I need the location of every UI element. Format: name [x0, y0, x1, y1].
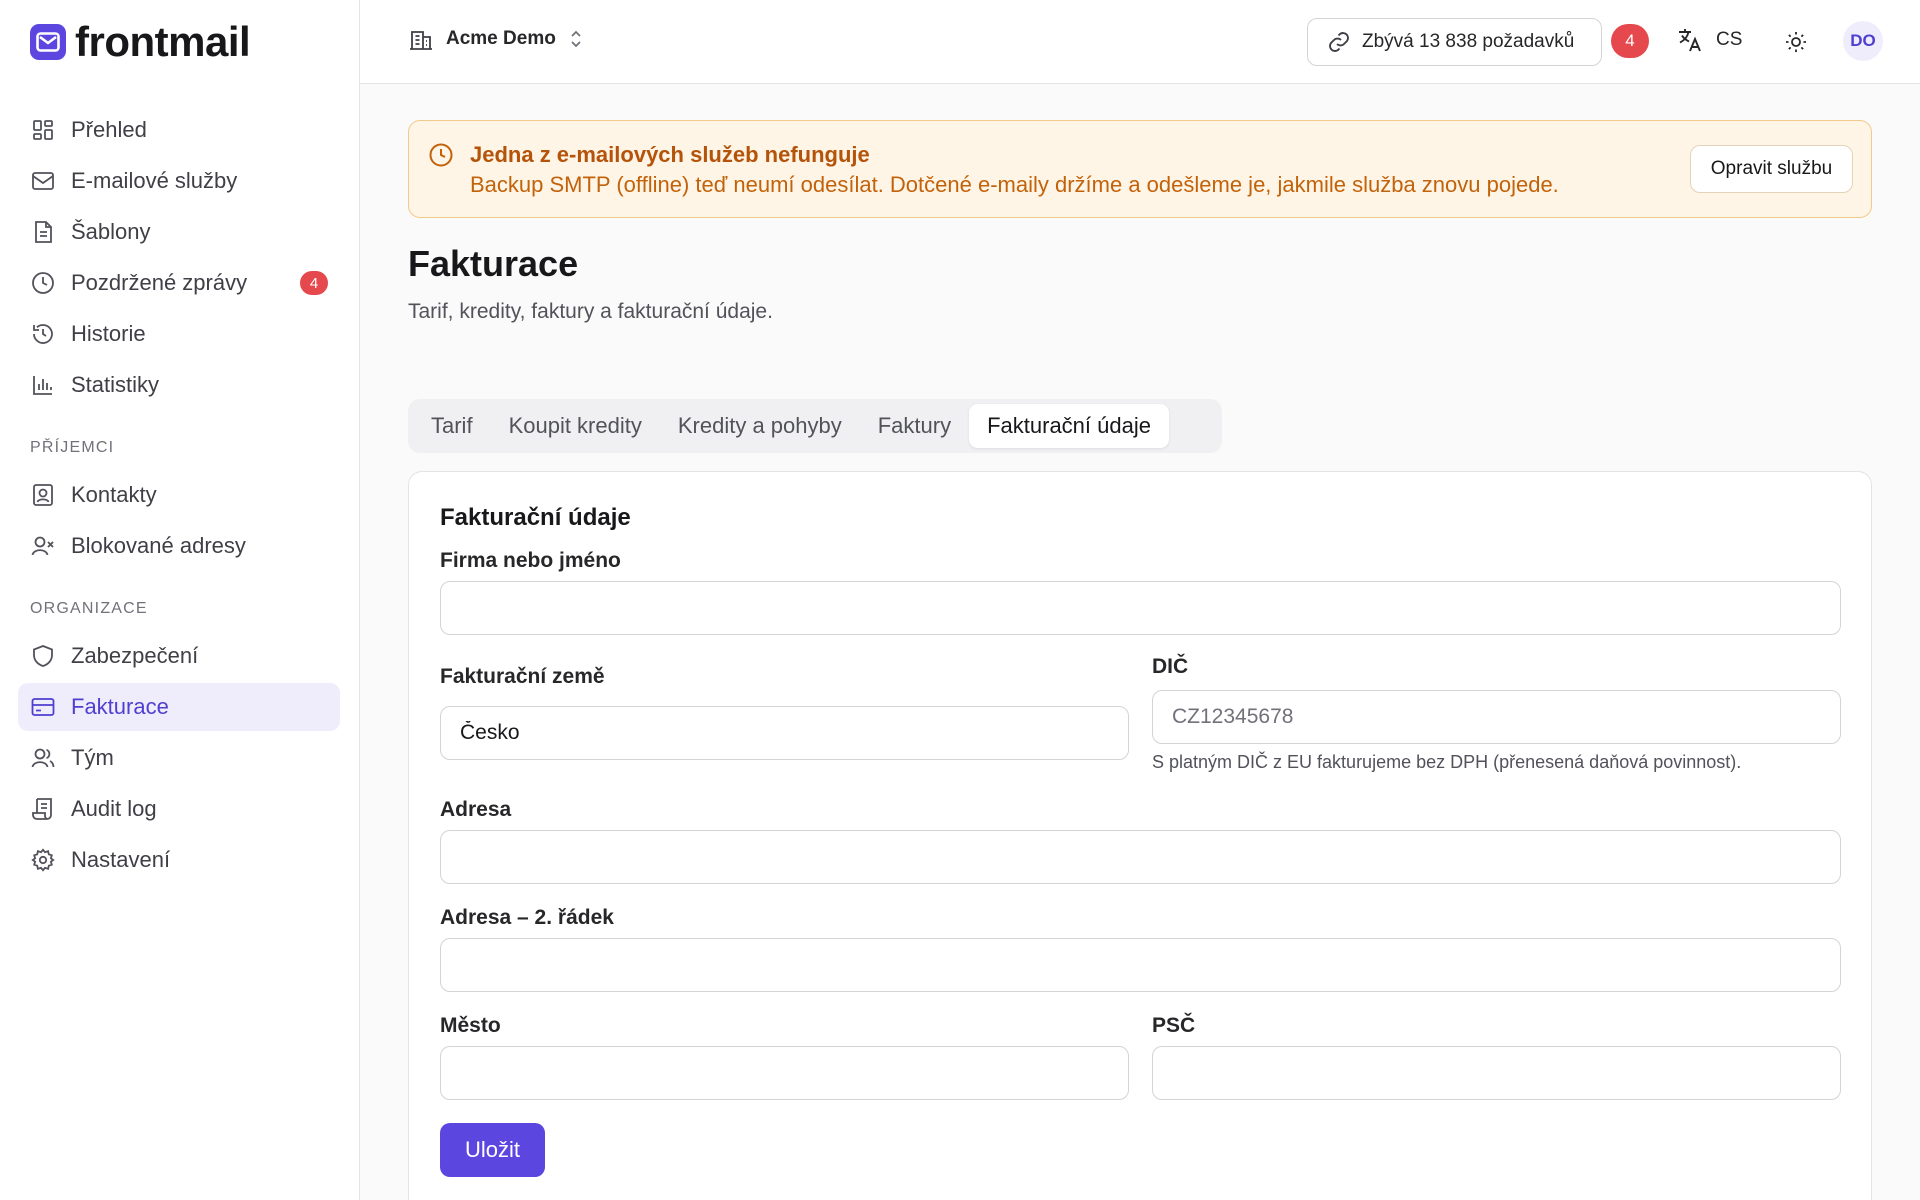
sidebar-item-email-services[interactable]: E-mailové služby — [18, 157, 340, 205]
held-messages-badge: 4 — [300, 271, 328, 295]
alert-message: Backup SMTP (offline) teď neumí odesílat… — [470, 172, 1559, 197]
country-field[interactable] — [440, 706, 1129, 760]
sidebar-item-label: Kontakty — [71, 482, 157, 507]
sidebar-item-team[interactable]: Tým — [18, 734, 340, 782]
sidebar-item-security[interactable]: Zabezpečení — [18, 632, 340, 680]
sidebar-item-label: Statistiky — [71, 372, 160, 397]
vat-label: DIČ — [1152, 655, 1189, 678]
sidebar-item-history[interactable]: Historie — [18, 310, 340, 358]
user-blocked-icon — [30, 533, 56, 559]
sidebar-item-templates[interactable]: Šablony — [18, 208, 340, 256]
company-label: Firma nebo jméno — [440, 549, 621, 572]
clock-warning-icon — [427, 141, 455, 169]
link-icon — [1326, 29, 1352, 55]
save-button[interactable]: Uložit — [440, 1123, 545, 1177]
vat-field[interactable] — [1152, 690, 1841, 744]
tab-buy-credits[interactable]: Koupit kredity — [491, 404, 660, 448]
top-header: Acme Demo Zbývá 13 838 požadavků 4 CS DO — [360, 0, 1920, 84]
scroll-icon — [30, 796, 56, 822]
bar-chart-icon — [30, 372, 56, 398]
city-label: Město — [440, 1014, 501, 1037]
section-recipients: PŘÍJEMCI — [30, 439, 115, 456]
organization-name: Acme Demo — [446, 28, 556, 49]
sidebar-item-label: E-mailové služby — [71, 168, 238, 193]
billing-tabs: Tarif Koupit kredity Kredity a pohyby Fa… — [408, 399, 1222, 453]
sidebar-item-label: Fakturace — [71, 694, 169, 719]
sidebar-item-blocked-addresses[interactable]: Blokované adresy — [18, 522, 340, 570]
shield-icon — [30, 643, 56, 669]
sidebar-item-label: Pozdržené zprávy — [71, 270, 248, 295]
sidebar-item-label: Blokované adresy — [71, 533, 246, 558]
billing-details-card: Fakturační údaje Firma nebo jméno Faktur… — [408, 471, 1872, 1200]
sidebar-item-label: Tým — [71, 745, 114, 770]
address-field[interactable] — [440, 830, 1841, 884]
theme-toggle[interactable] — [1780, 26, 1812, 58]
quota-text: Zbývá 13 838 požadavků — [1362, 31, 1575, 52]
building-icon — [408, 26, 434, 52]
address2-label: Adresa – 2. řádek — [440, 906, 614, 929]
sidebar-item-label: Nastavení — [71, 847, 171, 872]
sidebar-item-prehled[interactable]: Přehled — [18, 106, 340, 154]
sidebar-item-label: Historie — [71, 321, 146, 346]
sidebar: frontmail Přehled E-mailové služby Šablo… — [0, 0, 360, 1200]
notification-badge[interactable]: 4 — [1611, 24, 1649, 58]
city-field[interactable] — [440, 1046, 1129, 1100]
sidebar-item-billing[interactable]: Fakturace — [18, 683, 340, 731]
tab-credits-movements[interactable]: Kredity a pohyby — [660, 404, 860, 448]
sidebar-item-label: Audit log — [71, 796, 157, 821]
page-title: Fakturace — [408, 243, 579, 284]
sidebar-item-label: Zabezpečení — [71, 643, 199, 668]
sidebar-item-label: Přehled — [71, 117, 147, 142]
avatar[interactable]: DO — [1843, 21, 1883, 61]
language-code: CS — [1716, 29, 1743, 50]
history-icon — [30, 321, 56, 347]
service-warning-alert: Jedna z e-mailových služeb nefunguje Bac… — [408, 120, 1872, 218]
sidebar-item-held-messages[interactable]: Pozdržené zprávy 4 — [18, 259, 340, 307]
section-organization: ORGANIZACE — [30, 600, 148, 617]
credit-card-icon — [30, 694, 56, 720]
company-field[interactable] — [440, 581, 1841, 635]
mail-icon — [30, 168, 56, 194]
gear-icon — [30, 847, 56, 873]
tab-invoices[interactable]: Faktury — [860, 404, 969, 448]
tab-plan[interactable]: Tarif — [413, 404, 491, 448]
address2-field[interactable] — [440, 938, 1841, 992]
address-label: Adresa — [440, 798, 512, 821]
sidebar-item-label: Šablony — [71, 219, 151, 244]
sidebar-item-audit-log[interactable]: Audit log — [18, 785, 340, 833]
clock-icon — [30, 270, 56, 296]
sidebar-nav: Přehled E-mailové služby Šablony Pozdrže… — [18, 106, 340, 887]
fix-service-button[interactable]: Opravit službu — [1690, 145, 1853, 193]
chevron-up-down-icon — [568, 29, 584, 49]
users-icon — [30, 745, 56, 771]
language-switcher[interactable]: CS — [1676, 26, 1742, 54]
card-title: Fakturační údaje — [440, 504, 631, 531]
sun-icon — [1784, 30, 1808, 54]
sidebar-item-contacts[interactable]: Kontakty — [18, 471, 340, 519]
request-quota-button[interactable]: Zbývá 13 838 požadavků — [1307, 18, 1602, 66]
tab-billing-details[interactable]: Fakturační údaje — [969, 404, 1169, 448]
vat-hint: S platným DIČ z EU fakturujeme bez DPH (… — [1152, 752, 1742, 772]
zip-label: PSČ — [1152, 1014, 1196, 1037]
zip-field[interactable] — [1152, 1046, 1841, 1100]
contact-card-icon — [30, 482, 56, 508]
page-subtitle: Tarif, kredity, faktury a fakturační úda… — [408, 300, 773, 323]
organization-switcher[interactable]: Acme Demo — [408, 26, 584, 52]
document-icon — [30, 219, 56, 245]
brand-name: frontmail — [75, 18, 251, 65]
sidebar-item-settings[interactable]: Nastavení — [18, 836, 340, 884]
logo-mail-icon — [30, 24, 66, 60]
brand-logo[interactable]: frontmail — [30, 18, 251, 65]
country-label: Fakturační země — [440, 665, 605, 688]
alert-title: Jedna z e-mailových služeb nefunguje — [470, 142, 870, 167]
sidebar-item-statistics[interactable]: Statistiky — [18, 361, 340, 409]
translate-icon — [1676, 26, 1704, 54]
dashboard-icon — [30, 117, 56, 143]
